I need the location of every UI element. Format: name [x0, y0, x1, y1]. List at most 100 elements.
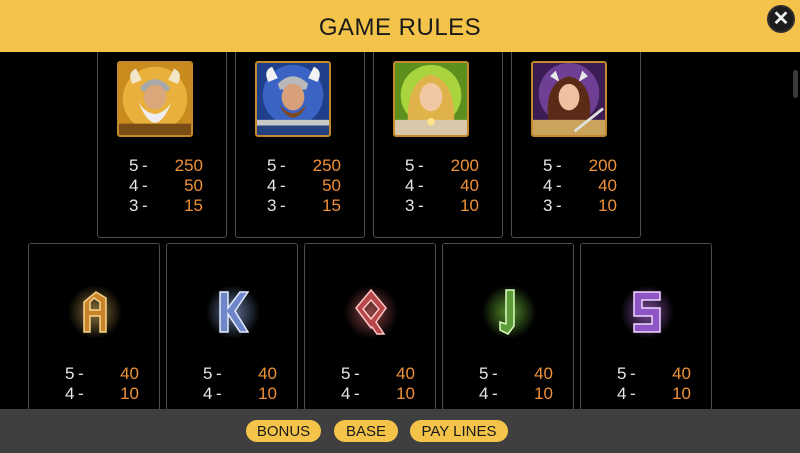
paytable-values: 5- 40 4- 10: [617, 364, 697, 404]
pay-line: 5- 200: [543, 156, 623, 176]
pay-count: 5: [129, 156, 139, 175]
pay-amount: 10: [534, 384, 553, 403]
pay-count: 3: [543, 196, 553, 215]
paytable-card-rune-s: 5- 40 4- 10: [580, 243, 712, 409]
pay-line: 4- 50: [267, 176, 347, 196]
pay-dash: -: [418, 176, 424, 195]
pay-amount: 40: [534, 364, 553, 383]
pay-amount: 10: [120, 384, 139, 403]
scrollbar-thumb[interactable]: [793, 70, 798, 98]
pay-amount: 10: [460, 196, 479, 215]
odin-portrait-icon: [117, 61, 193, 137]
pay-count: 4: [479, 384, 489, 403]
pay-amount: 40: [120, 364, 139, 383]
pay-dash: -: [354, 384, 360, 403]
pay-dash: -: [354, 364, 360, 383]
pay-line: 5- 40: [479, 364, 559, 384]
paytable-card-rune-j: 5- 40 4- 10: [442, 243, 574, 409]
header-bar: GAME RULES: [0, 0, 800, 52]
pay-line: 3- 15: [129, 196, 209, 216]
paytable-card-rune-k: 5- 40 4- 10: [166, 243, 298, 409]
pay-count: 5: [65, 364, 75, 383]
tab-base[interactable]: BASE: [334, 420, 398, 442]
pay-count: 4: [267, 176, 277, 195]
pay-count: 4: [405, 176, 415, 195]
pay-amount: 250: [312, 156, 341, 175]
pay-dash: -: [418, 156, 424, 175]
paytable-card-freya: 5-200 4-40 3-10: [373, 52, 503, 238]
rune-a-icon: [68, 280, 122, 344]
pay-amount: 15: [184, 196, 203, 215]
close-button[interactable]: ✕: [767, 5, 795, 33]
close-icon: ✕: [772, 8, 790, 30]
pay-dash: -: [78, 364, 84, 383]
paytable-content: 5-250 4-50 3-15 5-250 4 - 50 3 - 15 5 - …: [0, 52, 800, 409]
pay-line: 5- 40: [341, 364, 421, 384]
pay-amount: 10: [396, 384, 415, 403]
pay-count: 4: [203, 384, 213, 403]
pay-amount: 40: [460, 176, 479, 195]
rune-k-icon: [206, 280, 260, 344]
pay-amount: 40: [672, 364, 691, 383]
pay-dash: -: [418, 196, 424, 215]
pay-dash: -: [216, 364, 222, 383]
pay-amount: 10: [672, 384, 691, 403]
pay-count: 5: [267, 156, 277, 175]
rune-s-icon: [620, 280, 674, 344]
pay-count: 5: [203, 364, 213, 383]
tab-pay-lines[interactable]: PAY LINES: [410, 420, 508, 442]
rune-j-icon: [482, 280, 536, 344]
pay-line: 5- 200: [405, 156, 485, 176]
tab-bonus[interactable]: BONUS: [246, 420, 321, 442]
paytable-values: 5- 40 4- 10: [203, 364, 283, 404]
pay-count: 3: [129, 196, 139, 215]
paytable-values: 5- 40 4- 10: [341, 364, 421, 404]
pay-amount: 40: [396, 364, 415, 383]
pay-amount: 40: [598, 176, 617, 195]
pay-count: 4: [543, 176, 553, 195]
pay-line: 4- 10: [65, 384, 145, 404]
pay-count: 5: [405, 156, 415, 175]
pay-amount: 10: [258, 384, 277, 403]
pay-count: 5: [543, 156, 553, 175]
pay-dash: -: [556, 196, 562, 215]
footer-nav: BONUS BASE PAY LINES: [0, 409, 800, 453]
pay-line: 5- 40: [65, 364, 145, 384]
pay-line: 4- 40: [543, 176, 623, 196]
pay-line: 5- 250: [267, 156, 347, 176]
paytable-card-valkyrie: 5-200 4-40 3-10: [511, 52, 641, 238]
pay-dash: -: [142, 156, 148, 175]
pay-count: 3: [267, 196, 277, 215]
pay-line: 3- 15: [267, 196, 347, 216]
pay-dash: -: [280, 156, 286, 175]
pay-amount: 200: [450, 156, 479, 175]
pay-dash: -: [630, 364, 636, 383]
freya-portrait-icon: [393, 61, 469, 137]
pay-amount: 40: [258, 364, 277, 383]
pay-line: 5- 40: [617, 364, 697, 384]
pay-count: 3: [405, 196, 415, 215]
pay-dash: -: [556, 176, 562, 195]
pay-dash: -: [78, 384, 84, 403]
thor-portrait-icon: [255, 61, 331, 137]
paytable-values: 5- 250 4-50 3-15: [267, 156, 347, 216]
pay-dash: -: [216, 384, 222, 403]
pay-line: 5- 250: [129, 156, 209, 176]
paytable-card-thor: 5- 250 4-50 3-15: [235, 52, 365, 238]
pay-count: 4: [617, 384, 627, 403]
paytable-card-odin: 5-250 4-50 3-15: [97, 52, 227, 238]
pay-dash: -: [556, 156, 562, 175]
paytable-card-rune-q: 5- 40 4- 10: [304, 243, 436, 409]
rune-q-icon: [344, 280, 398, 344]
pay-amount: 250: [174, 156, 203, 175]
pay-dash: -: [142, 196, 148, 215]
pay-count: 4: [129, 176, 139, 195]
pay-line: 4- 10: [203, 384, 283, 404]
pay-dash: -: [142, 176, 148, 195]
paytable-values: 5-200 4-40 3-10: [543, 156, 623, 216]
pay-line: 4- 10: [617, 384, 697, 404]
paytable-values: 5- 40 4- 10: [479, 364, 559, 404]
pay-dash: -: [630, 384, 636, 403]
pay-dash: -: [492, 384, 498, 403]
pay-line: 4- 40: [405, 176, 485, 196]
